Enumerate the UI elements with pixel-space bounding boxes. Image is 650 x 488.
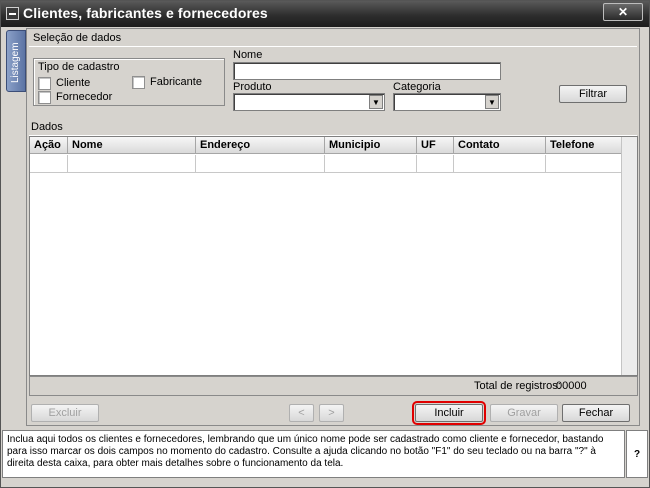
prev-button[interactable]: <: [289, 404, 314, 422]
tipo-cadastro-group: Tipo de cadastro Cliente Fabricante Forn…: [33, 58, 225, 106]
selecao-title: Seleção de dados: [33, 32, 122, 44]
dados-grid[interactable]: Ação Nome Endereço Municipio UF Contato …: [29, 136, 638, 376]
fornecedor-label: Fornecedor: [56, 91, 113, 103]
table-cell: [325, 155, 417, 173]
excluir-button[interactable]: Excluir: [31, 404, 99, 422]
column-header-nome[interactable]: Nome: [68, 137, 196, 154]
close-button[interactable]: ✕: [603, 3, 643, 21]
tipo-cadastro-title: Tipo de cadastro: [38, 61, 120, 73]
column-header-contato[interactable]: Contato: [454, 137, 546, 154]
column-header-municipio[interactable]: Municipio: [325, 137, 417, 154]
filtrar-button[interactable]: Filtrar: [559, 85, 627, 103]
action-bar: Excluir < > Incluir Gravar Fechar: [29, 400, 638, 425]
chevron-down-icon[interactable]: ▼: [485, 95, 499, 109]
main-window: Clientes, fabricantes e fornecedores ✕ L…: [0, 0, 650, 488]
total-value: 00000: [556, 380, 587, 392]
table-cell: [30, 155, 68, 173]
tab-listagem[interactable]: Listagem: [6, 30, 26, 92]
total-label: Total de registros:: [474, 380, 561, 392]
fabricante-checkbox[interactable]: [132, 76, 145, 89]
grid-scrollbar[interactable]: [621, 137, 637, 375]
categoria-select[interactable]: ▼: [393, 93, 501, 111]
table-cell: [417, 155, 454, 173]
content-panel: Seleção de dados Tipo de cadastro Client…: [26, 28, 640, 426]
title-bar[interactable]: Clientes, fabricantes e fornecedores ✕: [1, 1, 649, 27]
table-cell: [196, 155, 325, 173]
table-cell: [68, 155, 196, 173]
incluir-button[interactable]: Incluir: [412, 401, 486, 425]
cliente-label: Cliente: [56, 77, 91, 89]
chevron-down-icon[interactable]: ▼: [369, 95, 383, 109]
column-header-acao[interactable]: Ação: [30, 137, 68, 154]
grid-header: Ação Nome Endereço Municipio UF Contato …: [30, 137, 622, 154]
dados-title: Dados: [31, 121, 63, 133]
cliente-checkbox[interactable]: [38, 77, 51, 90]
total-bar: Total de registros: 00000: [29, 376, 638, 396]
fechar-button[interactable]: Fechar: [562, 404, 630, 422]
produto-select[interactable]: ▼: [233, 93, 385, 111]
next-button[interactable]: >: [319, 404, 344, 422]
window-menu-icon[interactable]: [6, 7, 19, 20]
produto-label: Produto: [233, 81, 272, 93]
window-title: Clientes, fabricantes e fornecedores: [23, 5, 268, 21]
tab-listagem-label: Listagem: [10, 42, 21, 83]
selecao-separator: [29, 46, 637, 47]
nome-label: Nome: [233, 49, 263, 61]
help-text: Inclua aqui todos os clientes e forneced…: [2, 430, 625, 478]
table-cell: [454, 155, 546, 173]
fornecedor-checkbox[interactable]: [38, 91, 51, 104]
categoria-label: Categoria: [393, 81, 441, 93]
table-row[interactable]: [30, 155, 622, 173]
fabricante-label: Fabricante: [150, 76, 202, 88]
nome-input[interactable]: [233, 62, 501, 80]
column-header-uf[interactable]: UF: [417, 137, 454, 154]
table-cell: [546, 155, 622, 173]
help-button[interactable]: ?: [626, 430, 648, 478]
column-header-telefone[interactable]: Telefone: [546, 137, 622, 154]
column-header-endereco[interactable]: Endereço: [196, 137, 325, 154]
gravar-button[interactable]: Gravar: [490, 404, 558, 422]
